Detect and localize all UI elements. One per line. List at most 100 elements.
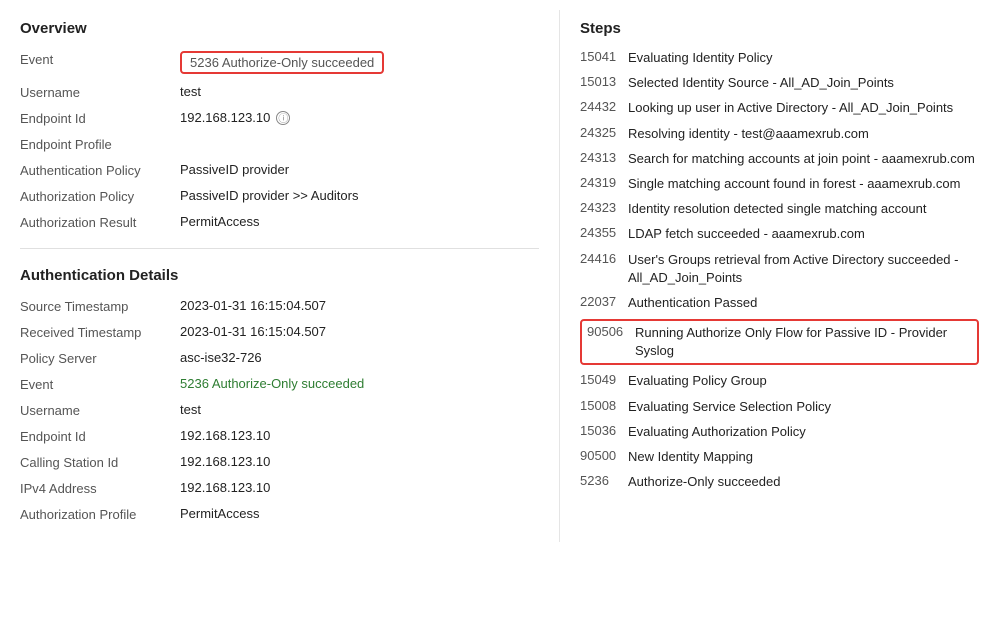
auth-field-row: Event5236 Authorize-Only succeeded: [20, 376, 539, 392]
field-value: asc-ise32-726: [180, 350, 539, 365]
step-code: 24323: [580, 200, 628, 215]
main-container: Overview Event5236 Authorize-Only succee…: [0, 0, 999, 552]
divider: [20, 248, 539, 249]
step-row: 24313Search for matching accounts at joi…: [580, 150, 979, 168]
step-desc: Resolving identity - test@aaamexrub.com: [628, 125, 979, 143]
field-value: PassiveID provider: [180, 162, 539, 177]
step-row: 5236Authorize-Only succeeded: [580, 473, 979, 491]
step-row: 24325Resolving identity - test@aaamexrub…: [580, 125, 979, 143]
field-label: Policy Server: [20, 350, 180, 366]
field-value: test: [180, 84, 539, 99]
overview-fields: Event5236 Authorize-Only succeeded Userna…: [20, 51, 539, 230]
field-value: 2023-01-31 16:15:04.507: [180, 324, 539, 339]
field-value: 192.168.123.10: [180, 480, 539, 495]
auth-field-row: Policy Serverasc-ise32-726: [20, 350, 539, 366]
step-desc: User's Groups retrieval from Active Dire…: [628, 251, 979, 287]
steps-list: 15041Evaluating Identity Policy15013Sele…: [580, 49, 979, 491]
step-code: 90506: [587, 324, 635, 339]
field-value: 192.168.123.10: [180, 428, 539, 443]
step-row: 15041Evaluating Identity Policy: [580, 49, 979, 67]
auth-details-title: Authentication Details: [20, 267, 539, 284]
step-code: 5236: [580, 473, 628, 488]
step-row: 15036Evaluating Authorization Policy: [580, 423, 979, 441]
overview-field-row: Endpoint Id192.168.123.10 ⓘ: [20, 110, 539, 126]
auth-field-row: Received Timestamp2023-01-31 16:15:04.50…: [20, 324, 539, 340]
field-label: Authorization Profile: [20, 506, 180, 522]
field-label: Authentication Policy: [20, 162, 180, 178]
step-desc: Single matching account found in forest …: [628, 175, 979, 193]
step-code: 15049: [580, 372, 628, 387]
field-label: Calling Station Id: [20, 454, 180, 470]
endpoint-id-value: 192.168.123.10 ⓘ: [180, 110, 539, 125]
field-value: 2023-01-31 16:15:04.507: [180, 298, 539, 313]
step-row: 24416User's Groups retrieval from Active…: [580, 251, 979, 287]
auth-field-row: IPv4 Address192.168.123.10: [20, 480, 539, 496]
step-row: 24432Looking up user in Active Directory…: [580, 99, 979, 117]
step-row: 15049Evaluating Policy Group: [580, 372, 979, 390]
step-code: 24416: [580, 251, 628, 266]
field-label: Authorization Policy: [20, 188, 180, 204]
field-label: Authorization Result: [20, 214, 180, 230]
step-row: 90506Running Authorize Only Flow for Pas…: [580, 319, 979, 365]
overview-field-row: Authorization PolicyPassiveID provider >…: [20, 188, 539, 204]
info-icon[interactable]: ⓘ: [276, 111, 290, 125]
field-value: PermitAccess: [180, 214, 539, 229]
field-value: 192.168.123.10: [180, 454, 539, 469]
step-desc: Evaluating Policy Group: [628, 372, 979, 390]
step-row: 15008Evaluating Service Selection Policy: [580, 398, 979, 416]
step-row: 22037Authentication Passed: [580, 294, 979, 312]
auth-field-row: Calling Station Id192.168.123.10: [20, 454, 539, 470]
field-value: 5236 Authorize-Only succeeded: [180, 51, 539, 74]
right-panel: Steps 15041Evaluating Identity Policy150…: [560, 10, 999, 542]
field-label: Source Timestamp: [20, 298, 180, 314]
step-code: 22037: [580, 294, 628, 309]
event-badge: 5236 Authorize-Only succeeded: [180, 51, 384, 74]
step-desc: Evaluating Service Selection Policy: [628, 398, 979, 416]
steps-title: Steps: [580, 20, 979, 37]
auth-field-row: Usernametest: [20, 402, 539, 418]
step-code: 15013: [580, 74, 628, 89]
field-value: PermitAccess: [180, 506, 539, 521]
step-desc: Evaluating Identity Policy: [628, 49, 979, 67]
field-label: Endpoint Profile: [20, 136, 180, 152]
overview-field-row: Authentication PolicyPassiveID provider: [20, 162, 539, 178]
auth-field-row: Source Timestamp2023-01-31 16:15:04.507: [20, 298, 539, 314]
step-code: 15008: [580, 398, 628, 413]
field-label: Event: [20, 376, 180, 392]
field-label: Endpoint Id: [20, 110, 180, 126]
field-label: Received Timestamp: [20, 324, 180, 340]
auth-field-row: Endpoint Id192.168.123.10: [20, 428, 539, 444]
field-value: test: [180, 402, 539, 417]
auth-fields: Source Timestamp2023-01-31 16:15:04.507R…: [20, 298, 539, 522]
endpoint-id-wrapper: 192.168.123.10 ⓘ: [180, 110, 539, 125]
step-desc: Authorize-Only succeeded: [628, 473, 979, 491]
overview-field-row: Usernametest: [20, 84, 539, 100]
step-code: 24319: [580, 175, 628, 190]
field-label: Username: [20, 84, 180, 100]
overview-field-row: Endpoint Profile: [20, 136, 539, 152]
step-desc: Selected Identity Source - All_AD_Join_P…: [628, 74, 979, 92]
step-desc: Search for matching accounts at join poi…: [628, 150, 979, 168]
step-row: 24323Identity resolution detected single…: [580, 200, 979, 218]
step-desc: New Identity Mapping: [628, 448, 979, 466]
step-row: 24319Single matching account found in fo…: [580, 175, 979, 193]
step-code: 15036: [580, 423, 628, 438]
step-desc: Evaluating Authorization Policy: [628, 423, 979, 441]
overview-title: Overview: [20, 20, 539, 37]
step-desc: LDAP fetch succeeded - aaamexrub.com: [628, 225, 979, 243]
auth-field-row: Authorization ProfilePermitAccess: [20, 506, 539, 522]
field-label: IPv4 Address: [20, 480, 180, 496]
step-row: 15013Selected Identity Source - All_AD_J…: [580, 74, 979, 92]
step-code: 24432: [580, 99, 628, 114]
field-value: 5236 Authorize-Only succeeded: [180, 376, 539, 391]
step-row: 90500New Identity Mapping: [580, 448, 979, 466]
field-label: Endpoint Id: [20, 428, 180, 444]
step-code: 24355: [580, 225, 628, 240]
step-desc: Authentication Passed: [628, 294, 979, 312]
event-badge-green: 5236 Authorize-Only succeeded: [180, 376, 364, 391]
step-code: 15041: [580, 49, 628, 64]
overview-field-row: Authorization ResultPermitAccess: [20, 214, 539, 230]
step-desc: Looking up user in Active Directory - Al…: [628, 99, 979, 117]
overview-field-row: Event5236 Authorize-Only succeeded: [20, 51, 539, 74]
field-label: Username: [20, 402, 180, 418]
